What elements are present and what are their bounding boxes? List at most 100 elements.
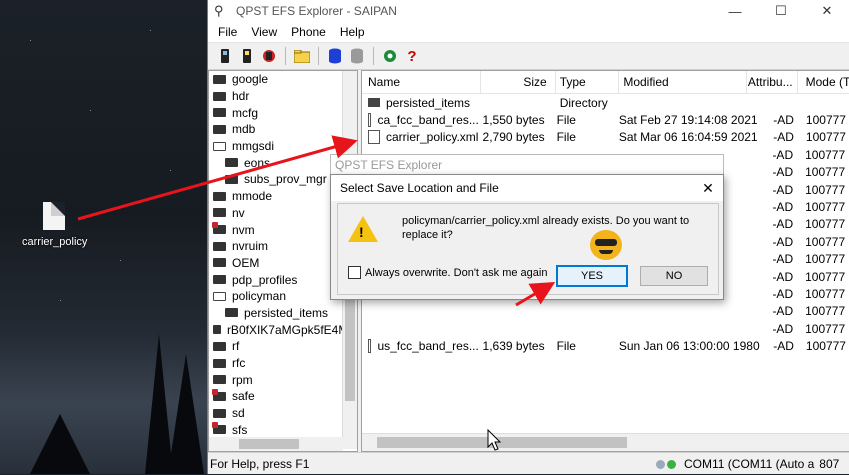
status-help-text: For Help, press F1 bbox=[210, 457, 310, 471]
cell-mode: 100777 bbox=[805, 269, 846, 284]
tree-item[interactable]: sfs bbox=[209, 421, 357, 438]
folder-icon[interactable] bbox=[293, 47, 311, 65]
tree-horizontal-scrollbar[interactable] bbox=[209, 437, 343, 451]
cell-type: File bbox=[556, 339, 576, 354]
tree-item[interactable]: mdb bbox=[209, 121, 357, 138]
tree-item[interactable]: persisted_items bbox=[209, 305, 357, 322]
cell-mode: 100777 bbox=[805, 130, 846, 145]
folder-icon bbox=[213, 124, 226, 134]
database-gray-icon[interactable] bbox=[348, 47, 366, 65]
list-row[interactable]: carrier_policy.xml 2,790 bytes File Sat Mar… bbox=[362, 129, 849, 146]
scroll-thumb[interactable] bbox=[239, 439, 299, 449]
folder-icon bbox=[213, 275, 226, 285]
folder-icon bbox=[213, 258, 226, 268]
cell-attrib: -AD bbox=[772, 217, 794, 232]
menu-help[interactable]: Help bbox=[333, 25, 372, 39]
phone-icon[interactable] bbox=[216, 47, 234, 65]
close-button[interactable]: ✕ bbox=[804, 3, 849, 19]
yes-button[interactable]: YES bbox=[556, 265, 628, 287]
gear-icon[interactable] bbox=[381, 47, 399, 65]
tree-item[interactable]: rf bbox=[209, 338, 357, 355]
list-row[interactable]: us_fcc_band_res... 1,639 bytes File Sun Jan… bbox=[362, 337, 849, 354]
folder-icon bbox=[213, 91, 226, 101]
tree-item-label: pdp_profiles bbox=[232, 272, 298, 287]
cell-attrib: -AD bbox=[772, 165, 794, 180]
cell-attrib: -AD bbox=[773, 130, 794, 145]
tree-item-label: safe bbox=[232, 389, 255, 404]
list-horizontal-scrollbar[interactable] bbox=[362, 433, 849, 451]
no-button[interactable]: NO bbox=[640, 266, 708, 286]
tree-item[interactable]: safe bbox=[209, 388, 357, 405]
cell-attrib: -AD bbox=[773, 339, 794, 354]
checkbox-box[interactable] bbox=[348, 266, 361, 279]
folder-icon bbox=[213, 208, 226, 218]
list-row[interactable]: -AD 100777 bbox=[362, 303, 849, 320]
cell-size: 2,790 bytes bbox=[482, 130, 545, 145]
file-icon bbox=[368, 113, 372, 128]
phone-select-icon[interactable] bbox=[238, 47, 256, 65]
help-icon[interactable]: ? bbox=[403, 47, 421, 65]
column-type[interactable]: Type bbox=[556, 75, 619, 89]
cell-mode: 100777 bbox=[805, 234, 846, 249]
title-bar: ⚲ QPST EFS Explorer - SAIPAN — ☐ ✕ bbox=[208, 0, 849, 22]
tree-item[interactable]: google bbox=[209, 71, 357, 88]
folder-icon bbox=[212, 388, 226, 401]
cell-size: 1,639 bytes bbox=[482, 339, 545, 354]
tree-item[interactable]: rfc bbox=[209, 355, 357, 372]
cell-attrib: -AD bbox=[772, 147, 794, 162]
status-extra: 807 bbox=[819, 457, 840, 471]
menu-file[interactable]: File bbox=[211, 25, 244, 39]
tree-item[interactable]: sd bbox=[209, 405, 357, 422]
menu-phone[interactable]: Phone bbox=[284, 25, 333, 39]
phone-reset-icon[interactable] bbox=[260, 47, 278, 65]
column-modified[interactable]: Modified bbox=[619, 75, 746, 89]
folder-icon bbox=[225, 174, 238, 184]
folder-icon bbox=[213, 358, 226, 368]
file-icon bbox=[43, 202, 65, 230]
list-row[interactable]: persisted_items Directory bbox=[362, 94, 849, 111]
dialog-message: policyman/carrier_policy.xml already exi… bbox=[402, 215, 690, 241]
always-overwrite-checkbox[interactable]: Always overwrite. Don't ask me again bbox=[348, 266, 547, 279]
list-row[interactable]: ca_fcc_band_res... 1,550 bytes File Sat Feb… bbox=[362, 111, 849, 128]
cell-attrib: -AD bbox=[772, 304, 794, 319]
cell-mode: 100777 bbox=[805, 321, 846, 336]
dialog-title: Select Save Location and File bbox=[340, 181, 499, 195]
cell-attrib: -AD bbox=[772, 269, 794, 284]
tree-item-label: sfs bbox=[232, 422, 248, 437]
database-blue-icon[interactable] bbox=[326, 47, 344, 65]
tree-item-label: mmgsdi bbox=[232, 139, 275, 154]
folder-icon bbox=[213, 191, 226, 201]
desktop-file-label: carrier_policy bbox=[22, 236, 88, 248]
tree-item[interactable]: mcfg bbox=[209, 104, 357, 121]
folder-icon bbox=[225, 158, 238, 168]
menu-view[interactable]: View bbox=[244, 25, 284, 39]
tree-item-label: rpm bbox=[232, 372, 253, 387]
tree-item-label: rB0fXIK7aMGpk5fE4MN bbox=[226, 322, 357, 337]
column-name[interactable]: Name bbox=[362, 75, 480, 89]
cell-name: us_fcc_band_res... bbox=[362, 339, 479, 354]
cell-attrib: -AD bbox=[772, 234, 794, 249]
cell-mode: 100777 bbox=[805, 217, 846, 232]
tree-item[interactable]: hdr bbox=[209, 88, 357, 105]
dialog-close-button[interactable]: ✕ bbox=[693, 180, 723, 197]
tree-item[interactable]: rB0fXIK7aMGpk5fE4MN bbox=[209, 321, 357, 338]
tree-item-label: subs_prov_mgr bbox=[244, 172, 327, 187]
list-row[interactable]: -AD 100777 bbox=[362, 320, 849, 337]
tree-item-label: rf bbox=[232, 339, 240, 354]
column-size[interactable]: Size bbox=[481, 75, 555, 89]
column-mode[interactable]: Mode (T bbox=[798, 75, 849, 89]
tree-item-label: mcfg bbox=[232, 105, 259, 120]
folder-icon bbox=[213, 408, 226, 418]
maximize-button[interactable]: ☐ bbox=[758, 3, 804, 19]
tree-item-label: OEM bbox=[232, 255, 260, 270]
cell-attrib: -AD bbox=[772, 252, 794, 267]
cell-attrib: -AD bbox=[772, 182, 794, 197]
tree-item[interactable]: rpm bbox=[209, 371, 357, 388]
desktop-file-icon[interactable]: carrier_policy bbox=[22, 200, 88, 248]
folder-icon bbox=[212, 422, 226, 435]
minimize-button[interactable]: — bbox=[712, 4, 758, 19]
column-attributes[interactable]: Attribu... bbox=[747, 75, 796, 89]
cell-type: File bbox=[556, 113, 576, 128]
toolbar: ? bbox=[208, 43, 849, 70]
tree-item[interactable]: mmgsdi bbox=[209, 138, 357, 155]
